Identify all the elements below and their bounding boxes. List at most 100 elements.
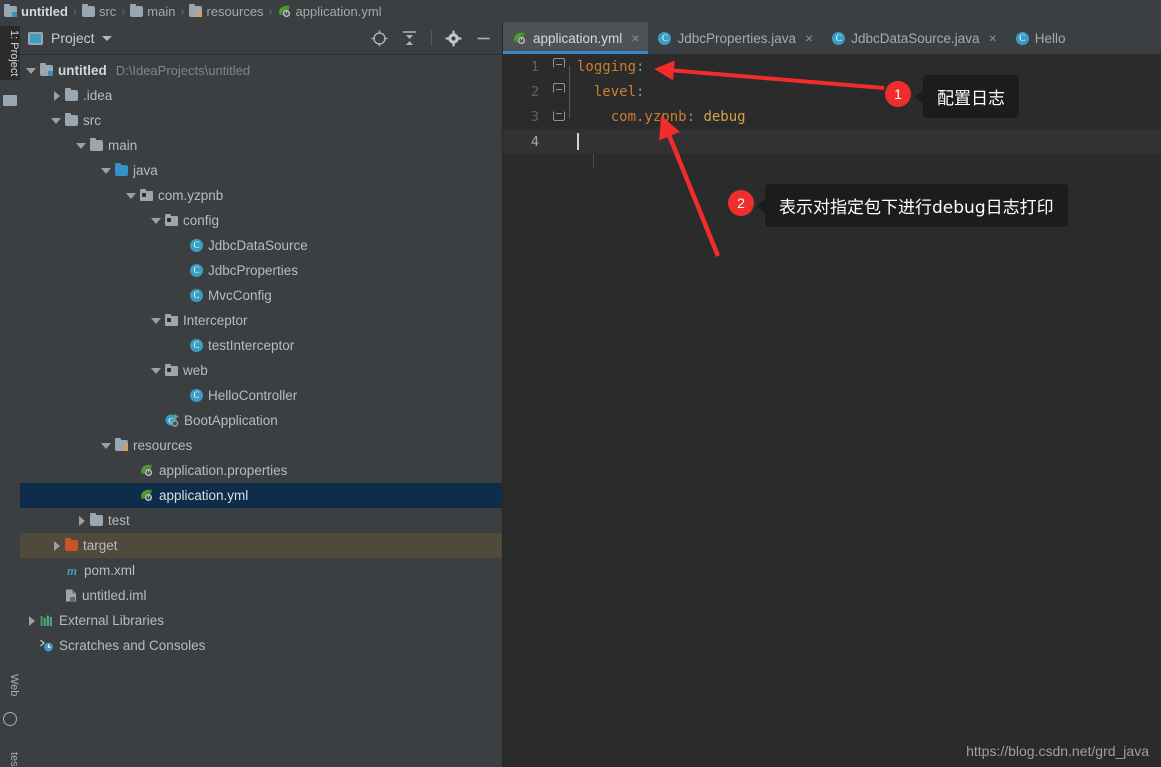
code-line-1[interactable]: 1 logging: — [503, 54, 1161, 79]
folder-icon — [65, 113, 78, 126]
tree-toggle-open-icon[interactable] — [126, 190, 137, 201]
tree-node-label: target — [83, 538, 118, 553]
breadcrumb-item-src[interactable]: src — [81, 3, 116, 19]
tree-node-com-yzpnb[interactable]: com.yzpnb — [20, 183, 502, 208]
tool-window-button-web[interactable]: Web — [0, 670, 20, 700]
annotation-badge-1: 1 — [885, 81, 911, 107]
tree-node-untitled-iml[interactable]: untitled.iml — [20, 583, 502, 608]
project-tree[interactable]: untitled D:\IdeaProjects\untitled .idea src… — [20, 55, 502, 658]
chevron-down-icon[interactable] — [101, 35, 112, 41]
hide-panel-icon[interactable] — [475, 30, 492, 47]
tree-node-label: test — [108, 513, 130, 528]
tree-node-resources[interactable]: resources — [20, 433, 502, 458]
editor-tab-close-icon[interactable]: × — [805, 30, 813, 46]
tree-node-external-libraries[interactable]: External Libraries — [20, 608, 502, 633]
tree-node-main[interactable]: main — [20, 133, 502, 158]
tree-node-config[interactable]: config — [20, 208, 502, 233]
tree-node-jdbcdatasource[interactable]: C JdbcDataSource — [20, 233, 502, 258]
tree-node-bootapplication[interactable]: C BootApplication — [20, 408, 502, 433]
code-token: : — [686, 108, 696, 125]
breadcrumb-item-label: resources — [206, 3, 264, 19]
collapse-all-icon[interactable] — [401, 30, 418, 47]
tree-toggle-open-icon[interactable] — [26, 65, 37, 76]
tree-node-label: .idea — [83, 88, 113, 103]
breadcrumb-separator: › — [268, 4, 273, 18]
breadcrumb-item-untitled[interactable]: untitled — [4, 3, 68, 19]
tree-toggle-closed-icon[interactable] — [51, 90, 62, 101]
tree-node-label: java — [133, 163, 158, 178]
tree-node-hellocontroller[interactable]: C HelloController — [20, 383, 502, 408]
editor-tab-close-icon[interactable]: × — [989, 30, 997, 46]
tree-toggle-open-icon[interactable] — [151, 315, 162, 326]
tree-toggle-open-icon[interactable] — [76, 140, 87, 151]
tree-node-mvcconfig[interactable]: C MvcConfig — [20, 283, 502, 308]
tree-node-target[interactable]: target — [20, 533, 502, 558]
editor-tab-bar[interactable]: application.yml × C JdbcProperties.java × C Jd… — [503, 22, 1161, 54]
annotation-badge-2: 2 — [728, 190, 754, 216]
code-line-3[interactable]: 3 com.yzpnb: debug — [503, 104, 1161, 129]
editor-tab-jdbcdatasource-java[interactable]: C JdbcDataSource.java × — [822, 22, 1006, 54]
code-line-2[interactable]: 2 level: — [503, 79, 1161, 104]
tree-node-pom-xml[interactable]: m pom.xml — [20, 558, 502, 583]
maven-icon: m — [66, 563, 78, 578]
tool-window-button-1--project[interactable]: 1: Project — [0, 26, 20, 81]
java-class-icon: C — [190, 264, 203, 277]
fold-gutter[interactable] — [547, 104, 571, 129]
select-opened-file-icon[interactable] — [371, 30, 388, 47]
tree-toggle-closed-icon[interactable] — [26, 615, 37, 626]
editor-tab-close-icon[interactable]: × — [631, 30, 639, 46]
libraries-icon — [40, 615, 54, 627]
tree-toggle-closed-icon[interactable] — [76, 515, 87, 526]
code-fold-end-icon[interactable] — [553, 108, 565, 121]
tree-node-untitled[interactable]: untitled D:\IdeaProjects\untitled — [20, 58, 502, 83]
editor-tab-label: JdbcDataSource.java — [851, 30, 980, 46]
tree-toggle-open-icon[interactable] — [51, 115, 62, 126]
breadcrumb-item-resources[interactable]: resources — [189, 3, 264, 19]
tree-toggle-open-icon[interactable] — [101, 165, 112, 176]
excluded-folder-icon — [65, 538, 78, 551]
tree-node-test[interactable]: test — [20, 508, 502, 533]
breadcrumb-separator: › — [72, 4, 77, 18]
code-line-4[interactable]: 4 — [503, 129, 1161, 154]
settings-gear-icon[interactable] — [445, 30, 462, 47]
tree-node-scratches-and-consoles[interactable]: Scratches and Consoles — [20, 633, 502, 658]
tree-node-java[interactable]: java — [20, 158, 502, 183]
breadcrumb-item-main[interactable]: main — [130, 3, 175, 19]
tool-window-button-tes[interactable]: tes — [0, 748, 20, 767]
breadcrumb-item-application-yml[interactable]: application.yml — [278, 4, 382, 19]
code-editor[interactable]: 1 logging: 2 level: 3 com.yzpnb: debug 4 — [503, 54, 1161, 767]
fold-gutter[interactable] — [547, 79, 571, 104]
code-token: logging — [577, 58, 637, 75]
tree-node-application-properties[interactable]: application.properties — [20, 458, 502, 483]
tree-node-src[interactable]: src — [20, 108, 502, 133]
tree-toggle-open-icon[interactable] — [101, 440, 112, 451]
tree-node-testinterceptor[interactable]: CtestInterceptor — [20, 333, 502, 358]
fold-gutter[interactable] — [547, 129, 571, 154]
breadcrumb-separator: › — [180, 4, 185, 18]
editor-tab-application-yml[interactable]: application.yml × — [503, 22, 649, 54]
tree-node-interceptor[interactable]: Interceptor — [20, 308, 502, 333]
editor-tab-hello[interactable]: C Hello — [1006, 22, 1075, 54]
code-fold-top-icon[interactable] — [553, 58, 565, 71]
tree-toggle-open-icon[interactable] — [151, 365, 162, 376]
scratches-icon — [40, 639, 54, 652]
editor-tab-label: application.yml — [533, 30, 623, 46]
package-icon — [165, 213, 178, 226]
tree-node-label: testInterceptor — [208, 338, 295, 353]
tree-toggle-open-icon[interactable] — [151, 215, 162, 226]
tree-node-application-yml[interactable]: application.yml — [20, 483, 502, 508]
editor-tab-jdbcproperties-java[interactable]: C JdbcProperties.java × — [648, 22, 822, 54]
tree-toggle-closed-icon[interactable] — [51, 540, 62, 551]
tree-node--idea[interactable]: .idea — [20, 83, 502, 108]
fold-gutter[interactable] — [547, 54, 571, 79]
code-fold-mid-icon[interactable] — [553, 83, 565, 96]
editor-tab-label: JdbcProperties.java — [677, 30, 797, 46]
tree-node-web[interactable]: web — [20, 358, 502, 383]
project-panel-title: Project — [51, 30, 95, 46]
toolbar-divider — [431, 30, 432, 46]
annotation-callout-2: 表示对指定包下进行debug日志打印 — [757, 184, 1068, 227]
tree-node-jdbcproperties[interactable]: C JdbcProperties — [20, 258, 502, 283]
